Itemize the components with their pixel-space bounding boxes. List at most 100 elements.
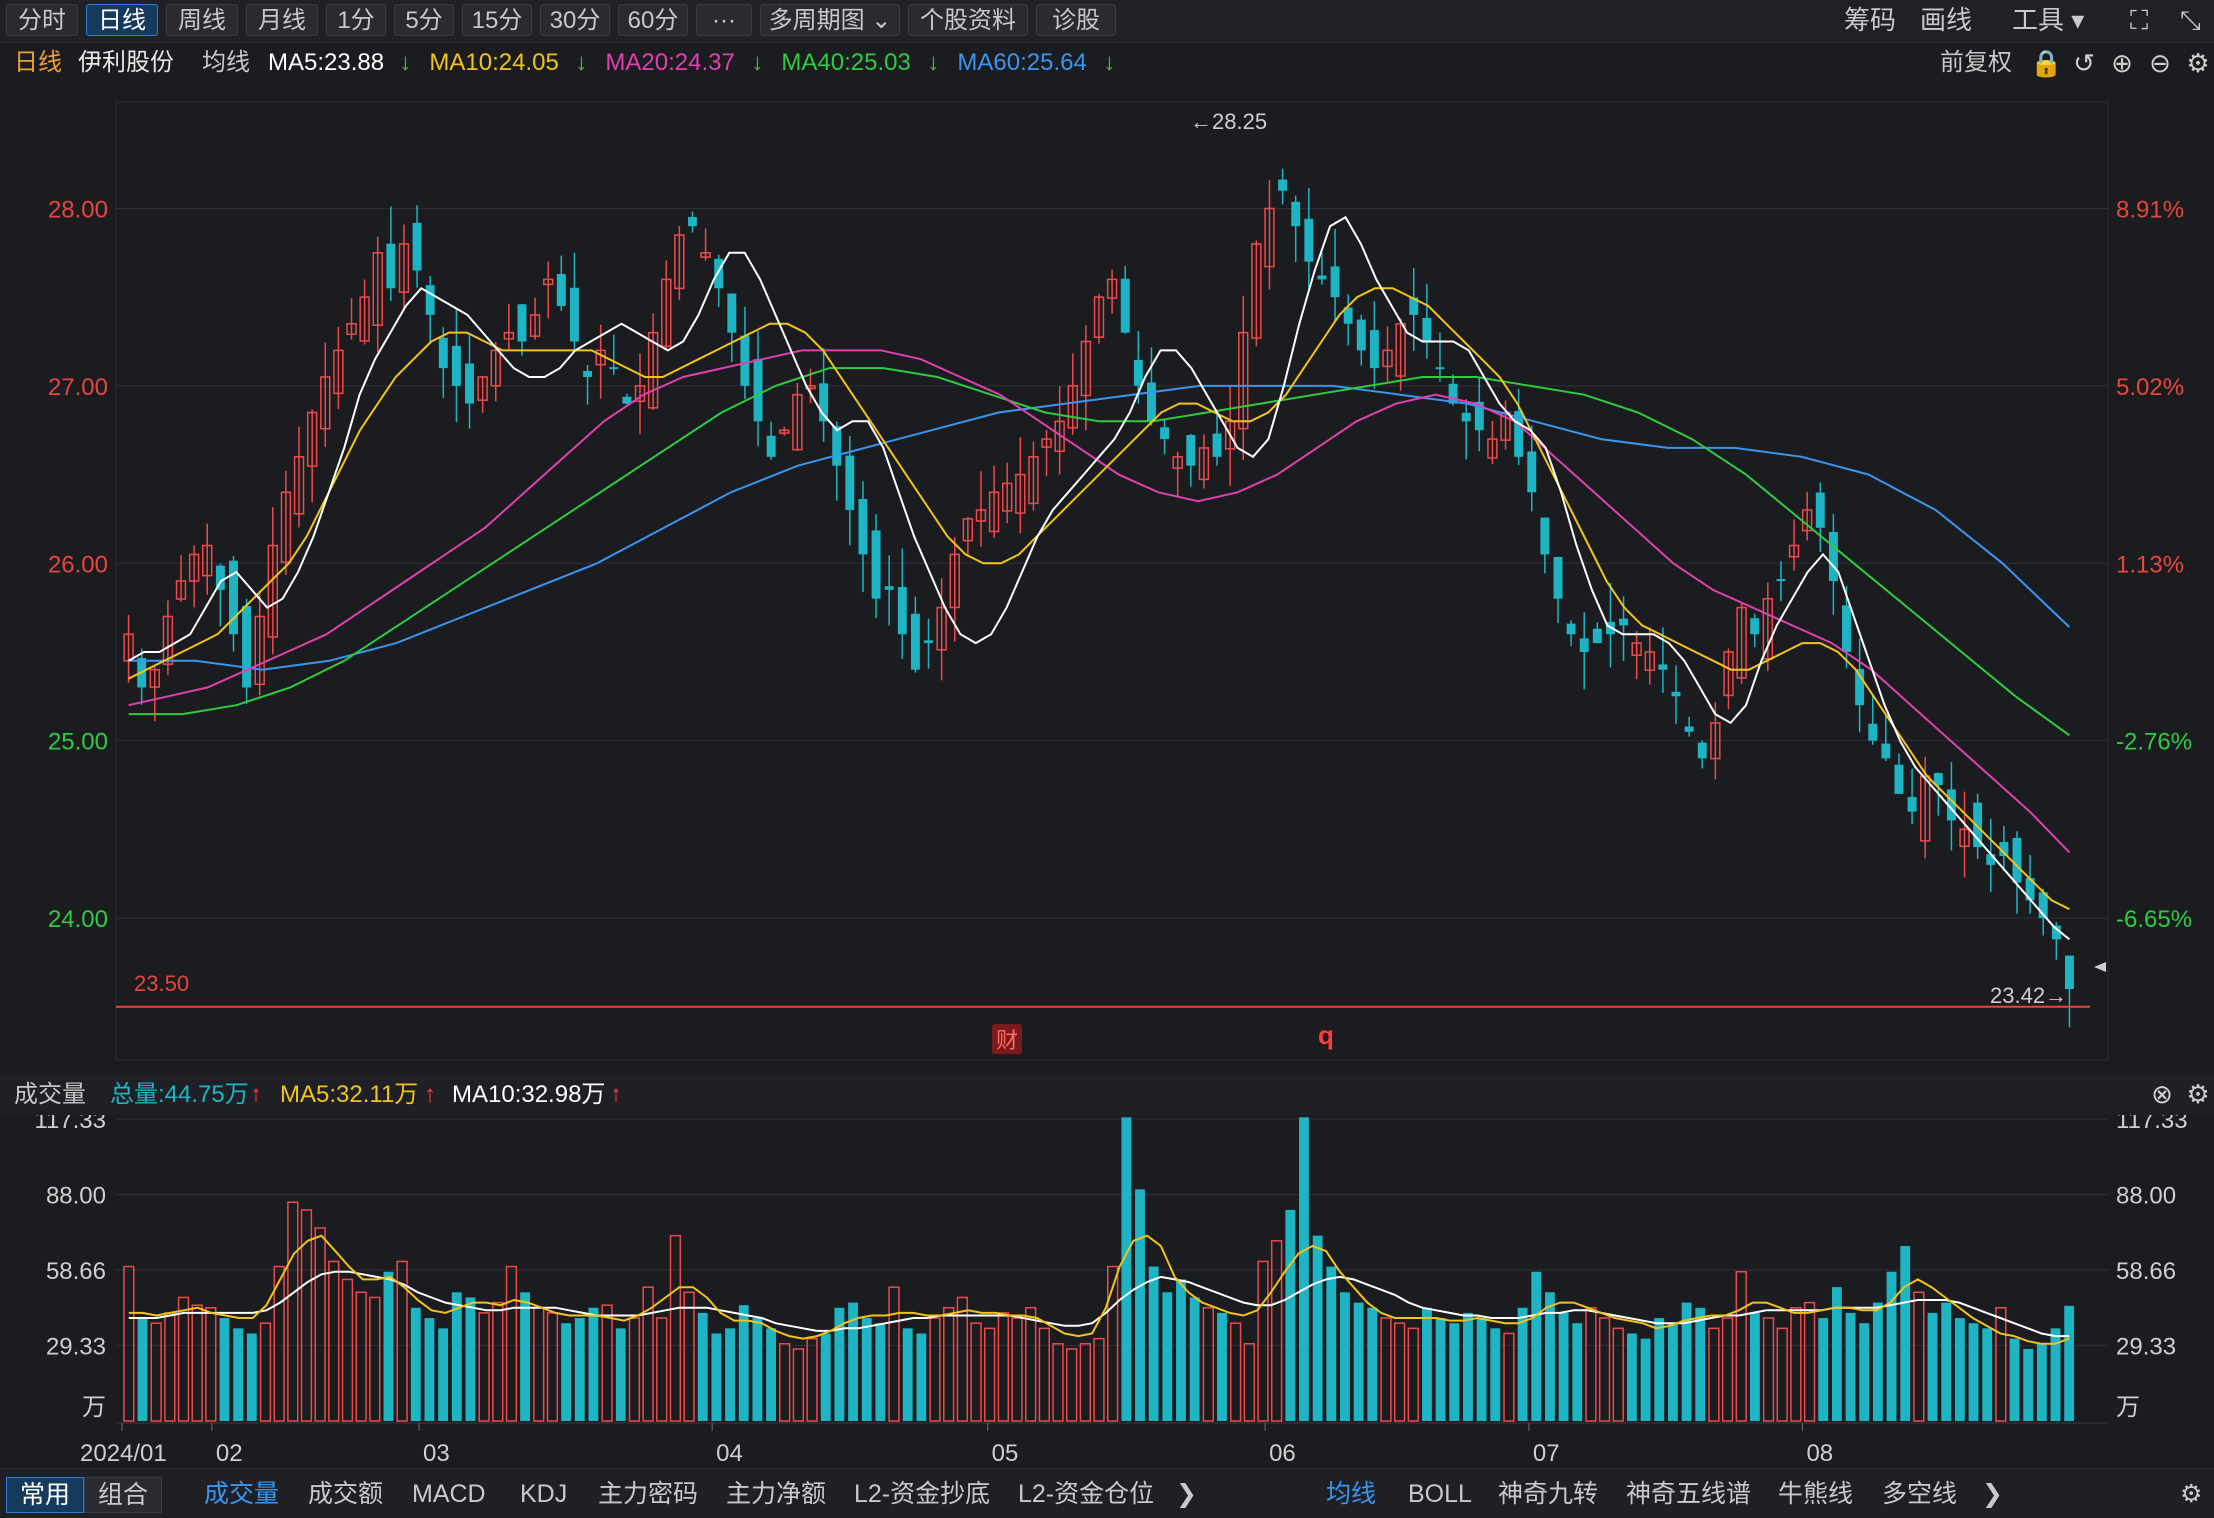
- volume-chart[interactable]: 117.33 117.33 88.00 88.00 58.66 58.66 29.33 29.…: [0, 1115, 2214, 1468]
- overlay-tab-5[interactable]: 多空线: [1882, 1477, 1957, 1511]
- scroll-right-icon[interactable]: ❯: [1982, 1477, 2003, 1511]
- x-tick-label: 02: [216, 1440, 243, 1467]
- candle-body: [1868, 723, 1878, 741]
- tab-10[interactable]: 多周期图 ⌄: [760, 4, 900, 36]
- collapse-icon[interactable]: ⤡: [2180, 4, 2201, 36]
- tab-5[interactable]: 5分: [394, 4, 454, 36]
- volume-bar: [1721, 1317, 1734, 1422]
- indicator-tab-3[interactable]: KDJ: [520, 1477, 567, 1511]
- overlay-tab-4[interactable]: 牛熊线: [1778, 1477, 1853, 1511]
- scroll-right-icon[interactable]: ❯: [1176, 1477, 1197, 1511]
- undo-icon[interactable]: ↺: [2070, 48, 2098, 78]
- tab-9[interactable]: ···: [696, 4, 752, 36]
- settings-icon[interactable]: ⚙: [2184, 1079, 2212, 1109]
- candle-body: [451, 345, 461, 386]
- toolbar-right-1[interactable]: 画线: [1920, 4, 1972, 36]
- candle-body: [1684, 726, 1694, 732]
- volume-bar: [505, 1265, 518, 1422]
- volume-bar: [1476, 1318, 1487, 1421]
- volume-bar: [1886, 1271, 1897, 1421]
- y-tick-label-right: 5.02%: [2116, 374, 2184, 401]
- indicator-tab-5[interactable]: 主力净额: [726, 1477, 826, 1511]
- zoom-out-icon[interactable]: ⊖: [2146, 48, 2174, 78]
- settings-icon[interactable]: ⚙: [2184, 48, 2212, 78]
- volume-bar: [1790, 1306, 1802, 1422]
- tab-4[interactable]: 1分: [326, 4, 386, 36]
- vol-unit-right: 万: [2116, 1394, 2140, 1421]
- volume-bar: [1585, 1306, 1597, 1422]
- tab-1[interactable]: 日线: [86, 4, 158, 36]
- zoom-in-icon[interactable]: ⊕: [2108, 48, 2136, 78]
- candle-body: [2012, 837, 2022, 883]
- candle-body: [688, 217, 697, 227]
- overlay-tab-3[interactable]: 神奇五线谱: [1626, 1477, 1751, 1511]
- volume-bar: [1121, 1117, 1132, 1421]
- group-tab-combo[interactable]: 组合: [84, 1477, 162, 1513]
- settings-icon[interactable]: ⚙: [2180, 1477, 2202, 1511]
- volume-bar: [137, 1318, 148, 1421]
- candle-body: [1828, 532, 1838, 581]
- volume-bar: [1380, 1317, 1392, 1422]
- price-pointer-icon: [2094, 962, 2106, 972]
- vol-y-tick-right: 88.00: [2116, 1182, 2176, 1209]
- candle-body: [1658, 664, 1668, 670]
- toolbar-right-0[interactable]: 筹码: [1844, 4, 1896, 36]
- indicator-bar: 常用 组合 成交量 成交额 MACD KDJ 主力密码 主力净额 L2-资金抄底 L2-资金仓位 ❯…: [0, 1468, 2214, 1518]
- fullscreen-icon[interactable]: ⛶: [2130, 4, 2148, 36]
- tab-11[interactable]: 个股资料: [908, 4, 1028, 36]
- overlay-tab-1[interactable]: BOLL: [1408, 1477, 1472, 1511]
- volume-bar: [820, 1333, 831, 1421]
- close-icon[interactable]: ⊗: [2148, 1079, 2176, 1109]
- tab-7[interactable]: 30分: [540, 4, 610, 36]
- candle-body: [1304, 218, 1314, 262]
- tab-3[interactable]: 月线: [246, 4, 318, 36]
- tab-6[interactable]: 15分: [462, 4, 532, 36]
- indicator-tab-1[interactable]: 成交额: [308, 1477, 383, 1511]
- volume-bar: [1913, 1291, 1925, 1422]
- volume-bar: [1052, 1343, 1064, 1422]
- volume-bar: [1954, 1318, 1965, 1421]
- volume-bar: [1749, 1312, 1760, 1421]
- candlestick-chart[interactable]: 28.00 8.91% 27.00 5.02% 26.00 1.13% 25.00 -2.76…: [0, 82, 2214, 1082]
- candle-body: [412, 222, 422, 271]
- volume-bar: [943, 1306, 955, 1422]
- volume-bar: [1326, 1266, 1337, 1421]
- ma-label[interactable]: 均线: [202, 44, 250, 82]
- y-tick-label-right: 1.13%: [2116, 551, 2184, 578]
- volume-bar: [1449, 1323, 1460, 1421]
- adjust-button[interactable]: 前复权: [1940, 44, 2012, 82]
- level-line-label: 23.50: [134, 971, 189, 996]
- tab-8[interactable]: 60分: [618, 4, 688, 36]
- toolbar-right-2[interactable]: 工具 ▾: [2012, 4, 2084, 36]
- volume-bar: [520, 1292, 531, 1421]
- candle-body: [556, 273, 566, 307]
- indicator-tab-4[interactable]: 主力密码: [598, 1477, 698, 1511]
- volume-bar: [725, 1328, 735, 1421]
- ma-value-0: MA5:23.88: [268, 49, 385, 76]
- volume-bar: [1859, 1323, 1870, 1421]
- candle-body: [1422, 317, 1432, 342]
- volume-bar: [1243, 1343, 1255, 1422]
- stock-name[interactable]: 伊利股份: [78, 44, 174, 82]
- volume-bar: [2023, 1348, 2034, 1421]
- volume-bar: [588, 1307, 599, 1421]
- x-tick-label: 03: [423, 1440, 450, 1467]
- candle-body: [583, 371, 593, 377]
- indicator-tab-2[interactable]: MACD: [412, 1477, 486, 1511]
- overlay-tab-2[interactable]: 神奇九转: [1498, 1477, 1598, 1511]
- overlay-tab-0[interactable]: 均线: [1326, 1477, 1376, 1511]
- tab-0[interactable]: 分时: [6, 4, 78, 36]
- volume-bar: [1968, 1323, 1979, 1421]
- volume-bar: [1872, 1302, 1883, 1421]
- volume-bar: [1776, 1327, 1788, 1422]
- group-tab-common[interactable]: 常用: [6, 1477, 84, 1513]
- indicator-tab-0[interactable]: 成交量: [204, 1477, 279, 1511]
- tab-12[interactable]: 诊股: [1036, 4, 1116, 36]
- volume-bar: [601, 1304, 613, 1422]
- volume-bar: [916, 1333, 927, 1421]
- candle-body: [1907, 796, 1917, 812]
- indicator-tab-7[interactable]: L2-资金仓位: [1018, 1477, 1154, 1511]
- tab-2[interactable]: 周线: [166, 4, 238, 36]
- indicator-tab-6[interactable]: L2-资金抄底: [854, 1477, 990, 1511]
- lock-icon[interactable]: 🔒: [2030, 48, 2062, 78]
